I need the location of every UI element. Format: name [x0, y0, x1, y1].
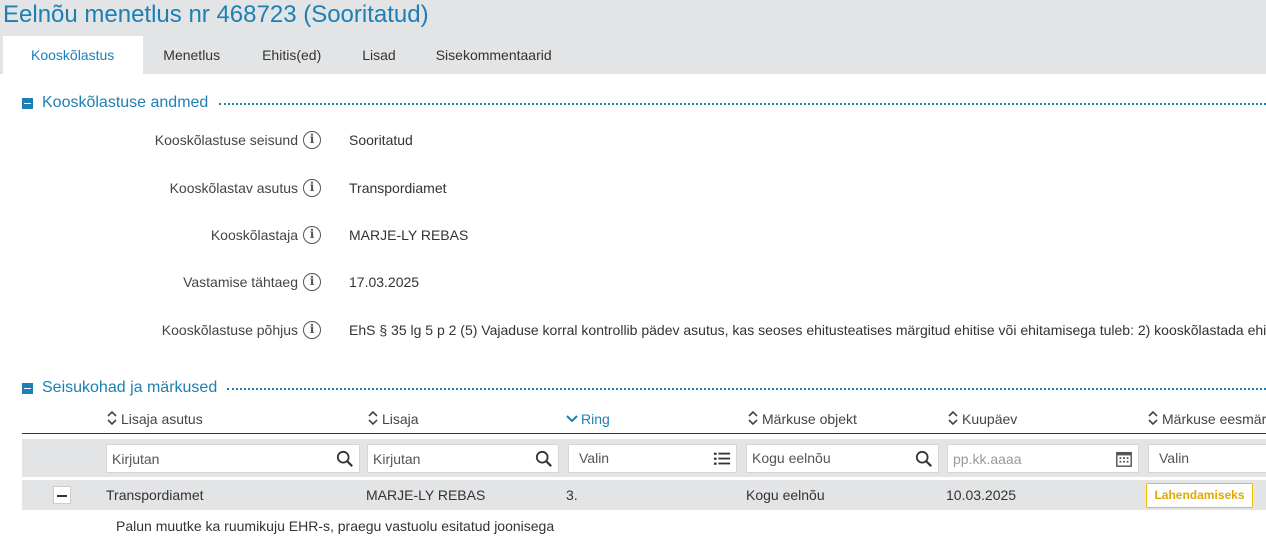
info-icon[interactable]: i — [303, 226, 321, 244]
column-label: Lisaja asutus — [121, 411, 203, 427]
field-value: EhS § 35 lg 5 p 2 (5) Vajaduse korral ko… — [349, 322, 1266, 338]
lisaja-filter-input[interactable] — [368, 445, 558, 472]
field-value: 17.03.2025 — [349, 274, 420, 290]
tab-ehitised[interactable]: Ehitis(ed) — [241, 36, 342, 74]
sort-icon — [948, 410, 958, 426]
info-icon[interactable]: i — [303, 179, 321, 197]
tab-kooskolastus[interactable]: Kooskõlastus — [3, 36, 144, 74]
lisaja-asutus-filter-input[interactable] — [107, 445, 359, 472]
section-divider — [219, 103, 1266, 105]
section-title: Seisukohad ja märkused — [42, 379, 218, 396]
status-badge: Lahendamiseks — [1146, 483, 1253, 508]
column-header-markuse-eesmark[interactable]: Märkuse eesmärk — [1147, 409, 1266, 429]
search-icon[interactable] — [535, 450, 553, 468]
search-icon[interactable] — [336, 450, 354, 468]
collapse-icon[interactable] — [22, 97, 33, 109]
column-label: Kuupäev — [962, 411, 1018, 427]
objekt-filter-value[interactable]: Kogu eelnõu — [752, 445, 831, 472]
kuupaev-filter-input[interactable] — [948, 445, 1138, 472]
page-title: Eelnõu menetlus nr 468723 (Sooritatud) — [3, 1, 429, 28]
cell-ring: 3. — [566, 487, 578, 503]
field-label: Kooskõlastuse põhjus — [161, 322, 298, 338]
field-label: Vastamise tähtaeg — [183, 274, 298, 290]
field-row-pohjus: Kooskõlastuse põhjus i EhS § 35 lg 5 p 2… — [0, 320, 1266, 340]
section-header-kooskolastuse-andmed: Kooskõlastuse andmed — [22, 93, 208, 113]
column-header-lisaja-asutus[interactable]: Lisaja asutus — [106, 409, 203, 429]
page-header: Eelnõu menetlus nr 468723 (Sooritatud) K… — [0, 0, 1266, 74]
column-header-ring[interactable]: Ring — [566, 409, 610, 429]
sort-icon — [368, 410, 378, 426]
info-icon[interactable]: i — [303, 273, 321, 291]
filter-markuse-eesmark[interactable]: Valin — [1148, 444, 1266, 473]
eesmark-filter-select[interactable]: Valin — [1159, 445, 1189, 472]
tab-bar: Kooskõlastus Menetlus Ehitis(ed) Lisad S… — [3, 36, 572, 74]
column-label: Märkuse objekt — [762, 411, 857, 427]
section-title: Kooskõlastuse andmed — [42, 94, 209, 111]
sort-icon — [748, 410, 758, 426]
cell-kuupaev: 10.03.2025 — [946, 487, 1017, 503]
header-divider — [22, 433, 1266, 434]
sort-icon — [1148, 410, 1158, 426]
column-header-markuse-objekt[interactable]: Märkuse objekt — [747, 409, 857, 429]
field-label: Kooskõlastuse seisund — [154, 132, 298, 148]
list-icon[interactable] — [713, 450, 731, 468]
table-row: Transpordiamet MARJE-LY REBAS 3. Kogu ee… — [22, 480, 1266, 510]
column-header-kuupaev[interactable]: Kuupäev — [947, 409, 1017, 429]
column-label: Ring — [581, 411, 610, 427]
tab-menetlus[interactable]: Menetlus — [143, 36, 241, 74]
calendar-icon[interactable] — [1115, 450, 1133, 468]
filter-kuupaev — [947, 444, 1139, 473]
cell-lisaja: MARJE-LY REBAS — [366, 487, 486, 503]
tab-lisad[interactable]: Lisad — [342, 36, 415, 74]
search-icon[interactable] — [915, 450, 933, 468]
tab-sisekommentaarid[interactable]: Sisekommentaarid — [416, 36, 572, 74]
field-row-tahtaeg: Vastamise tähtaeg i 17.03.2025 — [0, 272, 1266, 292]
filter-lisaja-asutus — [106, 444, 360, 473]
field-label: Kooskõlastav asutus — [169, 180, 298, 196]
collapse-row-icon[interactable] — [53, 486, 71, 504]
section-header-seisukohad: Seisukohad ja märkused — [22, 378, 217, 398]
field-row-kooskolastaja: Kooskõlastaja i MARJE-LY REBAS — [0, 225, 1266, 245]
filter-ring[interactable]: Valin — [568, 444, 737, 473]
column-header-lisaja[interactable]: Lisaja — [367, 409, 419, 429]
info-icon[interactable]: i — [303, 321, 321, 339]
sort-icon — [107, 410, 117, 426]
collapse-icon[interactable] — [22, 382, 33, 394]
cell-lisaja-asutus: Transpordiamet — [106, 487, 204, 503]
filter-lisaja — [367, 444, 559, 473]
filter-markuse-objekt[interactable]: Kogu eelnõu — [746, 444, 939, 473]
column-label: Lisaja — [382, 411, 419, 427]
row-comment: Palun muutke ka ruumikuju EHR-s, praegu … — [116, 518, 555, 534]
field-value: MARJE-LY REBAS — [349, 227, 469, 243]
field-row-asutus: Kooskõlastav asutus i Transpordiamet — [0, 178, 1266, 198]
ring-filter-select[interactable]: Valin — [579, 445, 609, 472]
chevron-down-icon — [566, 415, 578, 423]
filter-bar: Valin Kogu eelnõu Valin — [22, 439, 1266, 477]
field-value: Transpordiamet — [349, 180, 447, 196]
section-divider — [227, 388, 1266, 390]
cell-markuse-objekt: Kogu eelnõu — [746, 487, 825, 503]
info-icon[interactable]: i — [303, 131, 321, 149]
column-label: Märkuse eesmärk — [1162, 411, 1266, 427]
field-label: Kooskõlastaja — [210, 227, 298, 243]
field-row-seisund: Kooskõlastuse seisund i Sooritatud — [0, 130, 1266, 150]
field-value: Sooritatud — [349, 132, 413, 148]
